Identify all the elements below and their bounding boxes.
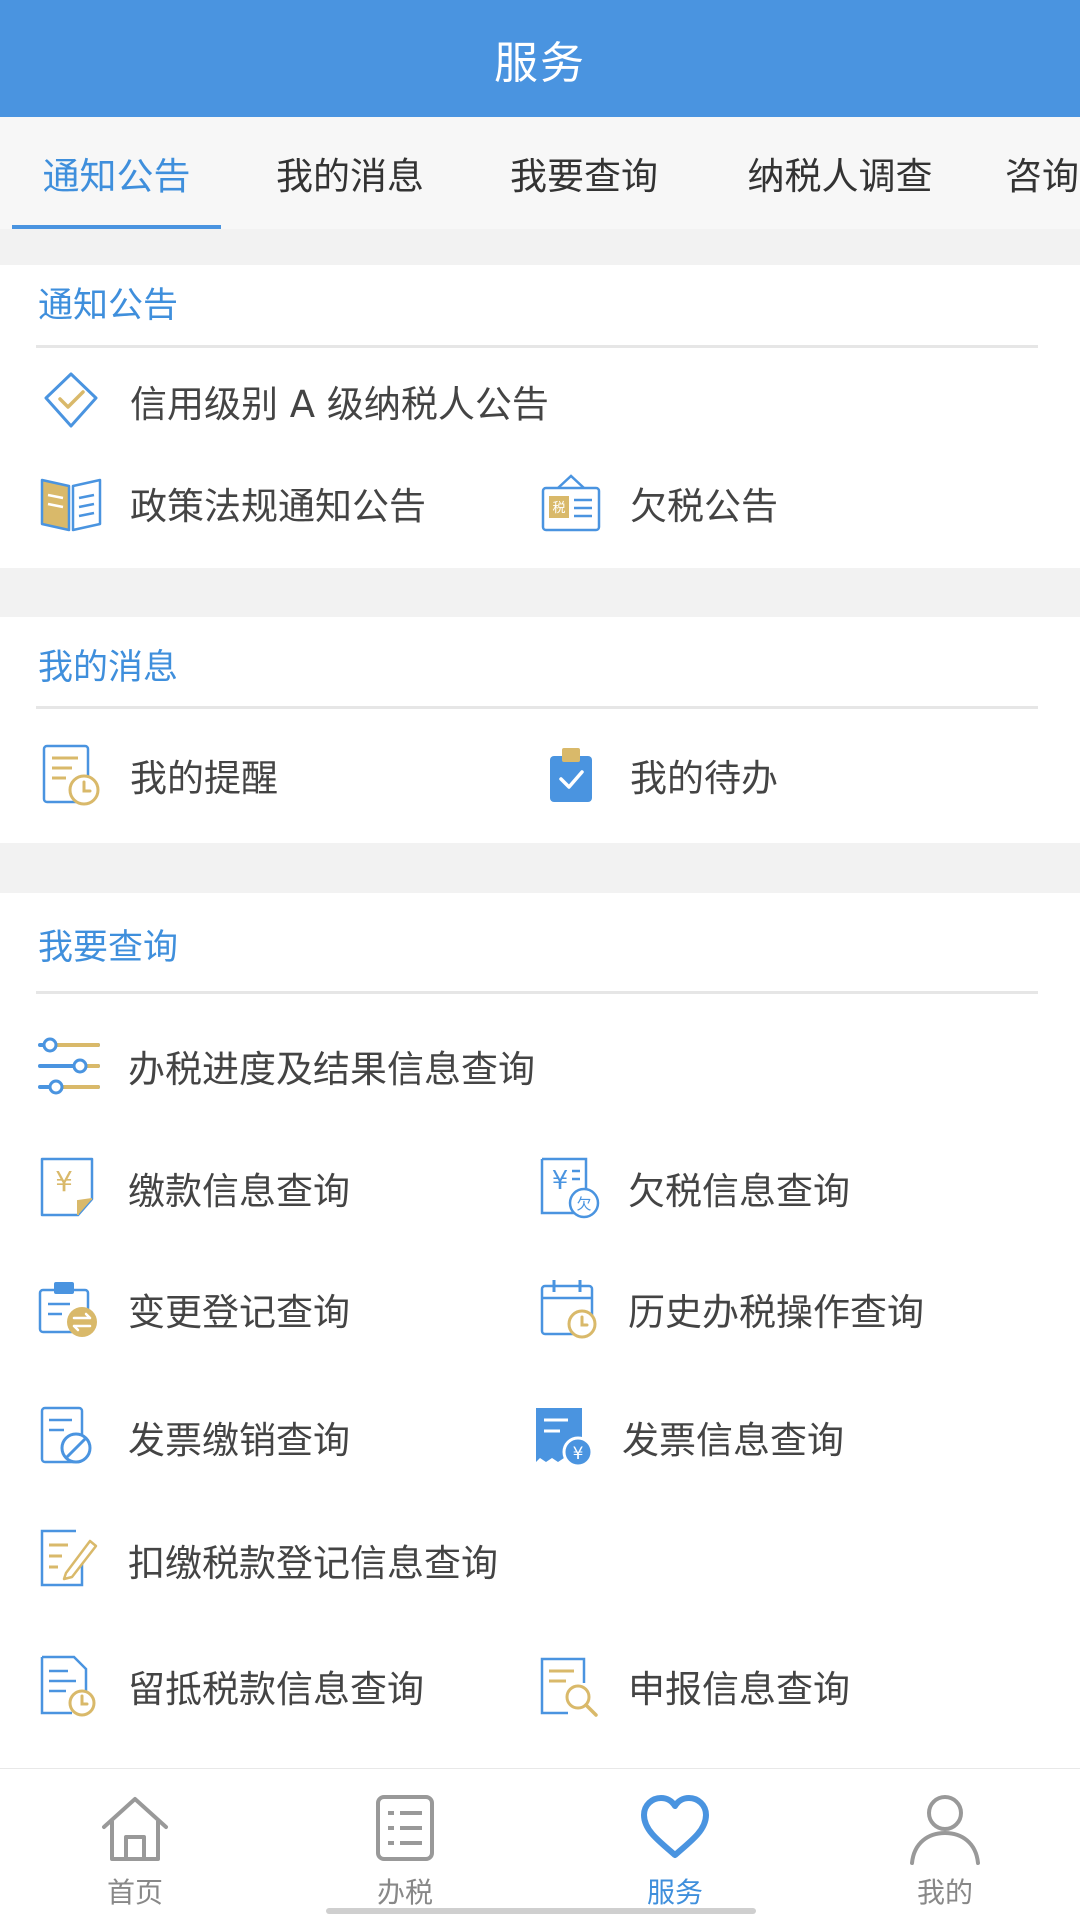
nav-mine[interactable]: 我的	[810, 1769, 1080, 1920]
query-item-history[interactable]: 历史办税操作查询	[536, 1274, 924, 1344]
query-item-payment[interactable]: ¥ 缴款信息查询	[36, 1153, 350, 1223]
item-label: 发票信息查询	[622, 1419, 844, 1462]
nav-label: 我的	[916, 1876, 973, 1909]
tax-sign-icon: 税	[541, 474, 601, 532]
notice-item-arrears[interactable]: 税 欠税公告	[538, 468, 778, 538]
query-item-invoice-cancel[interactable]: 发票缴销查询	[36, 1402, 350, 1472]
item-label: 发票缴销查询	[128, 1419, 350, 1462]
query-item-withholding[interactable]: 扣缴税款登记信息查询	[36, 1525, 498, 1595]
user-icon	[910, 1795, 980, 1865]
query-section: 我要查询 办税进度及结果信息查询 ¥ 缴款信息查询 ¥ 欠 欠税信息查询 变更登…	[0, 893, 1080, 1768]
tab-consult[interactable]: 咨询	[1005, 117, 1080, 229]
app-header: 服务	[0, 0, 1080, 117]
query-item-retained-tax[interactable]: 留抵税款信息查询	[36, 1651, 424, 1721]
arrears-yen-icon: ¥ 欠	[540, 1157, 600, 1219]
item-label: 欠税信息查询	[628, 1170, 850, 1213]
divider	[36, 345, 1038, 348]
item-label: 变更登记查询	[128, 1291, 350, 1334]
home-icon	[102, 1797, 168, 1861]
svg-text:欠: 欠	[576, 1195, 591, 1213]
nav-tax[interactable]: 办税	[270, 1769, 540, 1920]
svg-text:¥: ¥	[573, 1444, 584, 1464]
item-label: 缴款信息查询	[128, 1170, 350, 1213]
svg-text:¥: ¥	[55, 1165, 73, 1198]
invoice-info-icon: ¥	[536, 1408, 594, 1468]
svg-text:¥: ¥	[552, 1166, 569, 1196]
tab-notice[interactable]: 通知公告	[12, 117, 221, 229]
item-label: 申报信息查询	[628, 1668, 850, 1711]
book-icon	[40, 478, 102, 532]
item-label: 我的待办	[630, 757, 778, 800]
item-label: 扣缴税款登记信息查询	[128, 1542, 498, 1585]
tab-query[interactable]: 我要查询	[484, 117, 684, 229]
divider	[36, 706, 1038, 709]
messages-item-todo[interactable]: 我的待办	[538, 740, 778, 810]
todo-clipboard-icon	[550, 748, 592, 802]
section-title: 通知公告	[38, 286, 179, 326]
payment-yen-icon: ¥	[40, 1157, 94, 1217]
tab-bar: 通知公告 我的消息 我要查询 纳税人调查 咨询	[0, 117, 1080, 229]
tab-taxpayer-survey[interactable]: 纳税人调查	[720, 117, 960, 229]
query-item-change-register[interactable]: 变更登记查询	[36, 1274, 350, 1344]
nav-label: 服务	[646, 1876, 703, 1909]
nav-label: 办税	[376, 1876, 433, 1909]
nav-label: 首页	[106, 1876, 163, 1909]
heart-icon	[641, 1795, 709, 1858]
messages-item-reminder[interactable]: 我的提醒	[38, 740, 278, 810]
page-title: 服务	[494, 37, 586, 89]
messages-section: 我的消息 我的提醒 我的待办	[0, 617, 1080, 843]
section-title: 我的消息	[38, 648, 179, 688]
item-label: 我的提醒	[130, 757, 278, 800]
item-label: 办税进度及结果信息查询	[128, 1048, 535, 1091]
shield-check-icon	[44, 372, 98, 428]
query-item-declaration[interactable]: 申报信息查询	[536, 1651, 850, 1721]
item-label: 信用级别 A 级纳税人公告	[130, 383, 549, 426]
section-title: 我要查询	[38, 928, 179, 968]
retained-tax-icon	[40, 1655, 96, 1717]
list-icon	[376, 1795, 434, 1861]
bottom-nav: 首页 办税 服务 我的	[0, 1768, 1080, 1920]
query-item-invoice-info[interactable]: ¥ 发票信息查询	[530, 1402, 844, 1472]
withholding-edit-icon	[40, 1529, 98, 1587]
tab-messages[interactable]: 我的消息	[250, 117, 450, 229]
progress-sliders-icon	[38, 1037, 100, 1095]
active-tab-indicator	[12, 225, 221, 229]
nav-service[interactable]: 服务	[540, 1769, 810, 1920]
notice-item-policy[interactable]: 政策法规通知公告	[38, 468, 426, 538]
nav-home[interactable]: 首页	[0, 1769, 270, 1920]
invoice-cancel-icon	[40, 1406, 92, 1464]
svg-text:税: 税	[552, 501, 565, 516]
divider	[36, 991, 1038, 994]
notice-section: 通知公告 信用级别 A 级纳税人公告 政策法规通知公告 税 欠税公告	[0, 265, 1080, 568]
query-item-progress[interactable]: 办税进度及结果信息查询	[36, 1031, 535, 1101]
home-indicator	[326, 1908, 756, 1914]
change-register-icon	[38, 1282, 97, 1337]
query-item-arrears[interactable]: ¥ 欠 欠税信息查询	[536, 1153, 850, 1223]
item-label: 欠税公告	[630, 485, 778, 528]
item-label: 政策法规通知公告	[130, 485, 426, 528]
declaration-search-icon	[540, 1657, 598, 1717]
item-label: 历史办税操作查询	[628, 1291, 924, 1334]
reminder-clock-icon	[42, 744, 100, 806]
notice-item-credit-a[interactable]: 信用级别 A 级纳税人公告	[38, 366, 549, 436]
item-label: 留抵税款信息查询	[128, 1668, 424, 1711]
history-calendar-icon	[540, 1280, 597, 1339]
